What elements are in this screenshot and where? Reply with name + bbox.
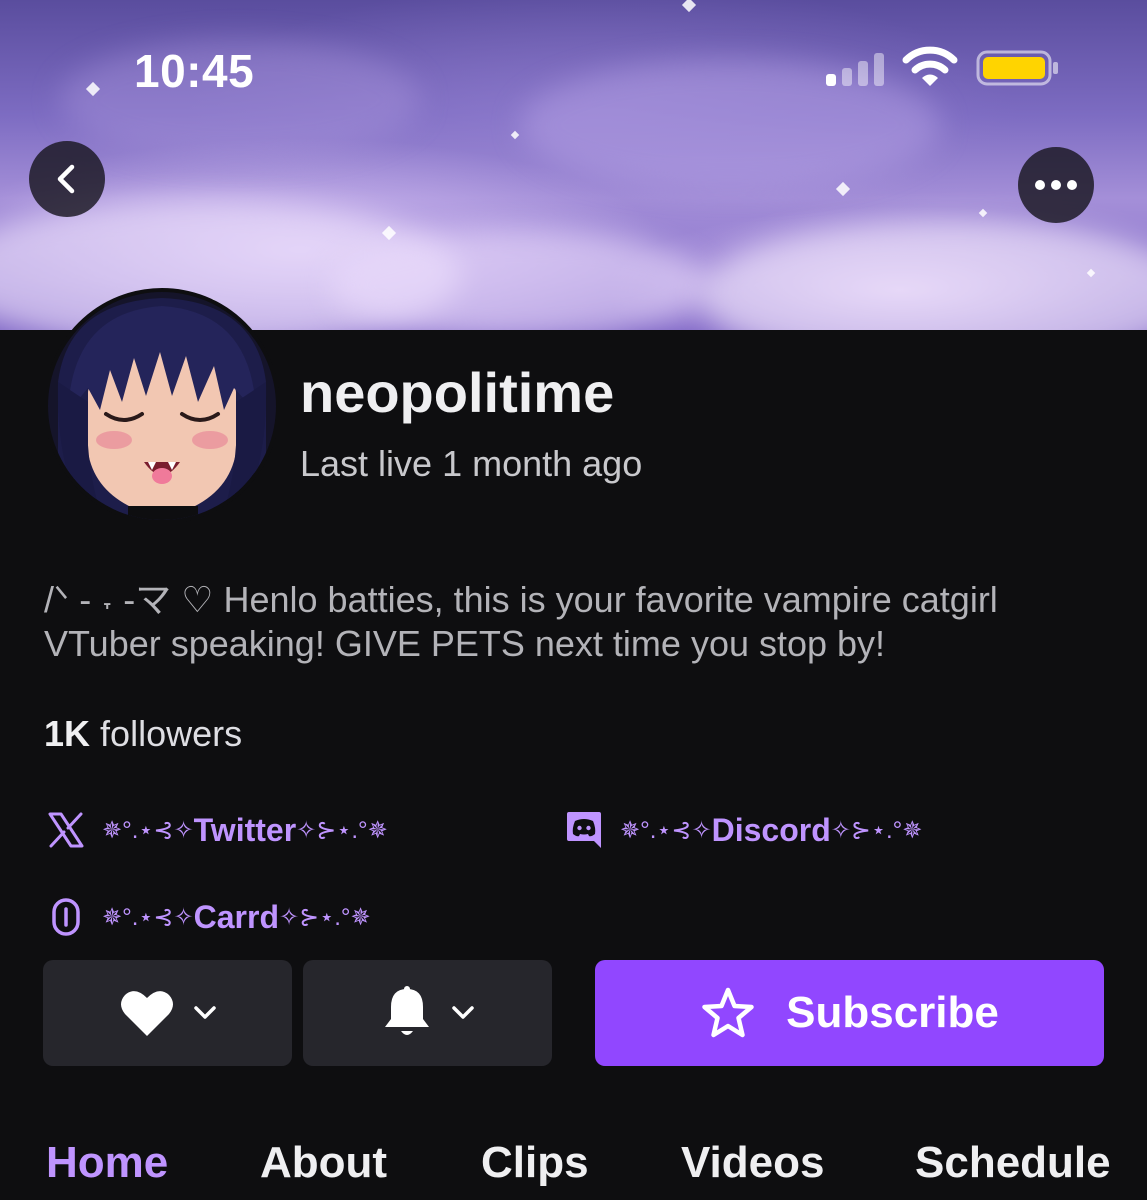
follow-button[interactable] <box>43 960 292 1066</box>
notifications-button[interactable] <box>303 960 552 1066</box>
more-options-button[interactable] <box>1018 147 1094 223</box>
channel-bio: /ᐠ - ˕ -マ ♡ Henlo batties, this is your … <box>44 579 998 664</box>
tab-clips[interactable]: Clips <box>481 1138 589 1188</box>
discord-icon <box>562 808 606 852</box>
channel-tabs: Home About Clips Videos Schedule <box>0 1138 1147 1200</box>
status-time: 10:45 <box>134 45 255 97</box>
chevron-down-icon <box>451 1006 474 1019</box>
link-decoration: ✧⊱⋆.°✵ <box>278 903 371 931</box>
link-decoration: ✵°.⋆⊰✧ <box>102 816 194 844</box>
avatar-illustration <box>48 292 276 520</box>
channel-page: 10:45 neopolitime Last live 1 month ago … <box>0 0 1147 1200</box>
last-live-text: Last live 1 month ago <box>300 443 643 484</box>
link-decoration: ✧⊱⋆.°✵ <box>296 816 388 844</box>
battery-icon <box>976 50 1058 86</box>
x-icon <box>44 808 88 852</box>
followers-label: followers <box>100 713 243 754</box>
heart-icon <box>120 991 173 1036</box>
subscribe-label: Subscribe <box>786 988 999 1037</box>
link-label: Twitter <box>193 811 297 848</box>
tab-about[interactable]: About <box>260 1138 387 1188</box>
followers-count: 1K followers <box>44 713 242 755</box>
channel-name: neopolitime <box>300 361 615 424</box>
tab-home[interactable]: Home <box>46 1138 168 1188</box>
back-button[interactable] <box>29 141 105 217</box>
link-decoration: ✵°.⋆⊰✧ <box>102 903 194 931</box>
subscribe-button[interactable]: Subscribe <box>595 960 1104 1066</box>
tab-videos[interactable]: Videos <box>681 1138 824 1188</box>
link-decoration: ✵°.⋆⊰✧ <box>620 816 712 844</box>
link-icon <box>44 895 88 939</box>
ellipsis-icon <box>1035 180 1077 190</box>
link-label: Carrd <box>193 898 279 935</box>
link-label: Discord <box>711 811 831 848</box>
link-decoration: ✧⊱⋆.°✵ <box>830 816 923 844</box>
chevron-down-icon <box>193 1006 216 1019</box>
bell-icon <box>384 986 429 1035</box>
channel-avatar[interactable] <box>44 288 280 524</box>
wifi-icon <box>902 46 958 86</box>
social-link-twitter[interactable]: ✵°.⋆⊰✧ Twitter ✧⊱⋆.°✵ <box>44 808 388 852</box>
chevron-left-icon <box>57 164 75 194</box>
star-icon <box>702 987 754 1038</box>
cellular-signal-icon <box>826 52 886 86</box>
tab-schedule[interactable]: Schedule <box>915 1138 1111 1188</box>
social-link-discord[interactable]: ✵°.⋆⊰✧ Discord ✧⊱⋆.°✵ <box>562 808 922 852</box>
social-link-carrd[interactable]: ✵°.⋆⊰✧ Carrd ✧⊱⋆.°✵ <box>44 895 371 939</box>
followers-number: 1K <box>44 713 91 754</box>
